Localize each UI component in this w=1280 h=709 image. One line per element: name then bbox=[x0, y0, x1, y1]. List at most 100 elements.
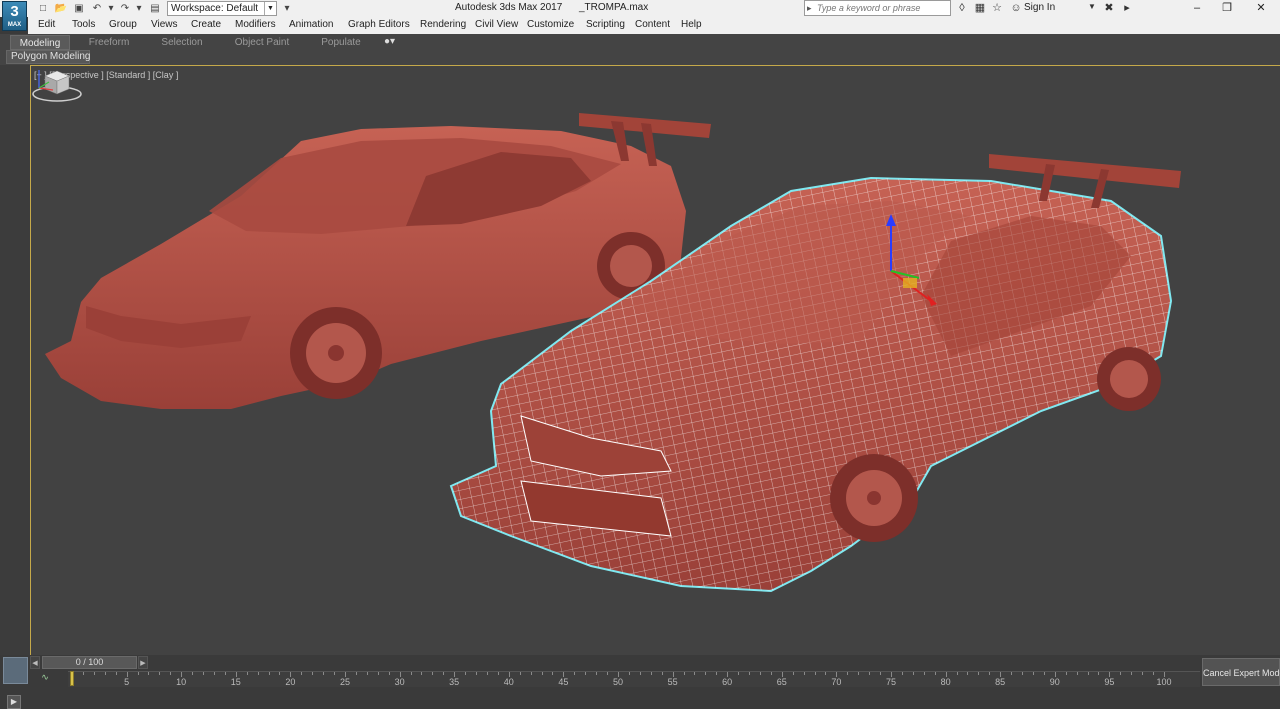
time-slider-thumb[interactable]: 0 / 100 bbox=[42, 656, 137, 669]
menu-graph-editors[interactable]: Graph Editors bbox=[348, 19, 410, 30]
timeline-tick bbox=[934, 672, 936, 675]
tab-selection[interactable]: Selection bbox=[152, 35, 212, 50]
menu-tools[interactable]: Tools bbox=[72, 19, 95, 30]
car-left-rear-rim bbox=[610, 245, 652, 287]
menu-customize[interactable]: Customize bbox=[527, 19, 574, 30]
timeline-tick bbox=[1043, 672, 1045, 675]
timeline-tick bbox=[366, 672, 368, 675]
current-frame-marker[interactable] bbox=[70, 671, 74, 686]
timeline-tick bbox=[1131, 672, 1133, 675]
timeline-tick bbox=[1076, 672, 1078, 675]
save-file-icon[interactable]: ▣ bbox=[72, 2, 86, 15]
redo-dropdown-icon[interactable]: ▾ bbox=[132, 2, 146, 15]
time-slider[interactable]: ◀ 0 / 100 ▶ bbox=[30, 656, 148, 669]
timeline-tick-label: 85 bbox=[995, 677, 1006, 687]
maxscript-listener-icon[interactable] bbox=[3, 657, 28, 684]
menu-rendering[interactable]: Rendering bbox=[420, 19, 466, 30]
timeline-tick-label: 90 bbox=[1049, 677, 1060, 687]
search-input[interactable]: Type a keyword or phrase bbox=[804, 0, 951, 16]
menu-help[interactable]: Help bbox=[681, 19, 702, 30]
workspace-label: Workspace: Default bbox=[171, 3, 259, 14]
timeline-tick-label: 10 bbox=[176, 677, 187, 687]
undo-icon[interactable]: ↶ bbox=[90, 2, 104, 15]
quick-access-dropdown-icon[interactable]: ▾ bbox=[280, 2, 294, 15]
expand-layout-icon[interactable]: ▶ bbox=[7, 695, 21, 709]
communication-center-icon[interactable]: ▦ bbox=[973, 1, 987, 15]
exchange-apps-icon[interactable]: ✖ bbox=[1102, 1, 1116, 15]
timeline-tick bbox=[1032, 672, 1034, 675]
window-title: Autodesk 3ds Max 2017 _TROMPA.max bbox=[455, 2, 648, 13]
redo-icon[interactable]: ↷ bbox=[118, 2, 132, 15]
timeline-tick bbox=[705, 672, 707, 675]
open-file-icon[interactable]: 📂 bbox=[54, 2, 68, 15]
timeline-tick-label: 30 bbox=[394, 677, 405, 687]
menu-group[interactable]: Group bbox=[109, 19, 137, 30]
minimize-icon[interactable]: – bbox=[1182, 0, 1212, 17]
timeline-tick bbox=[1065, 672, 1067, 675]
timeline-tick bbox=[355, 672, 357, 675]
timeline-tick bbox=[268, 672, 270, 675]
timeline-tick-label: 45 bbox=[558, 677, 569, 687]
timeline-tick bbox=[137, 672, 139, 675]
user-icon: ☺ bbox=[1010, 2, 1022, 14]
new-file-icon[interactable]: □ bbox=[36, 2, 50, 15]
axis-tripod-icon bbox=[38, 70, 54, 91]
timeline-tick bbox=[901, 672, 903, 675]
timeline-tick bbox=[869, 672, 871, 675]
tab-freeform[interactable]: Freeform bbox=[80, 35, 138, 50]
timeline-tick bbox=[825, 672, 827, 675]
cancel-expert-mode-button[interactable]: Cancel Expert Mode bbox=[1202, 658, 1280, 686]
tab-populate[interactable]: Populate bbox=[312, 35, 370, 50]
sign-in-link[interactable]: Sign In bbox=[1024, 2, 1055, 13]
timeline-tick bbox=[213, 672, 215, 675]
timeline-tick bbox=[148, 672, 150, 675]
menu-create[interactable]: Create bbox=[191, 19, 221, 30]
tab-modeling[interactable]: Modeling bbox=[10, 35, 70, 50]
workspace-select[interactable]: Workspace: Default ▼ bbox=[167, 1, 277, 16]
chevron-left-icon[interactable]: ◀ bbox=[30, 656, 40, 669]
timeline-tick-label: 40 bbox=[503, 677, 514, 687]
menu-views[interactable]: Views bbox=[151, 19, 178, 30]
menu-modifiers[interactable]: Modifiers bbox=[235, 19, 276, 30]
timeline-tick bbox=[967, 672, 969, 675]
chevron-right-icon[interactable]: ▶ bbox=[138, 656, 148, 669]
perspective-viewport[interactable]: [+ ] [Perspective ] [Standard ] [Clay ] bbox=[30, 65, 1280, 655]
timeline-tick bbox=[497, 672, 499, 675]
menu-scripting[interactable]: Scripting bbox=[586, 19, 625, 30]
ribbon-panel-label[interactable]: Polygon Modeling bbox=[6, 50, 91, 64]
menu-animation[interactable]: Animation bbox=[289, 19, 333, 30]
chevron-down-icon[interactable]: ▼ bbox=[1088, 2, 1096, 11]
timeline-tick bbox=[661, 672, 663, 675]
ribbon: Modeling Freeform Selection Object Paint… bbox=[0, 34, 1280, 65]
timeline-tick bbox=[312, 672, 314, 675]
timeline-tick bbox=[82, 672, 84, 675]
help-dropdown-icon[interactable]: ▸ bbox=[1120, 1, 1134, 15]
binoculars-icon[interactable]: ◊ bbox=[955, 1, 969, 15]
timeline-tick-label: 80 bbox=[940, 677, 951, 687]
undo-dropdown-icon[interactable]: ▾ bbox=[104, 2, 118, 15]
menu-content[interactable]: Content bbox=[635, 19, 670, 30]
restore-icon[interactable]: ❐ bbox=[1212, 0, 1242, 17]
timeline-tick bbox=[607, 672, 609, 675]
timeline-tick-label: 65 bbox=[776, 677, 787, 687]
tab-object-paint[interactable]: Object Paint bbox=[228, 35, 296, 50]
curve-editor-icon[interactable]: ∿ bbox=[36, 672, 54, 685]
timeline-tick bbox=[552, 672, 554, 675]
favorites-star-icon[interactable]: ☆ bbox=[990, 1, 1004, 15]
timeline-tick-label: 100 bbox=[1156, 677, 1172, 687]
timeline-tick bbox=[749, 672, 751, 675]
viewport-canvas bbox=[45, 113, 1181, 593]
timeline-tick-label: 55 bbox=[667, 677, 678, 687]
close-icon[interactable]: ✕ bbox=[1246, 0, 1276, 17]
timeline-tick bbox=[115, 672, 117, 675]
app-logo[interactable]: 3 MAX bbox=[2, 1, 27, 31]
timeline-tick bbox=[639, 672, 641, 675]
track-bar[interactable]: 5 10 15 20 25 30 35 40 45 50 55 60 65 70 75 80 85 90 95 100 bbox=[68, 671, 1200, 687]
ribbon-options-icon[interactable]: ●▾ bbox=[384, 36, 395, 47]
project-folder-icon[interactable]: ▤ bbox=[148, 2, 162, 15]
menu-civil-view[interactable]: Civil View bbox=[475, 19, 518, 30]
timeline-tick-label: 35 bbox=[449, 677, 460, 687]
timeline-tick bbox=[759, 672, 761, 675]
timeline-tick-label: 25 bbox=[339, 677, 351, 687]
menu-edit[interactable]: Edit bbox=[38, 19, 55, 30]
